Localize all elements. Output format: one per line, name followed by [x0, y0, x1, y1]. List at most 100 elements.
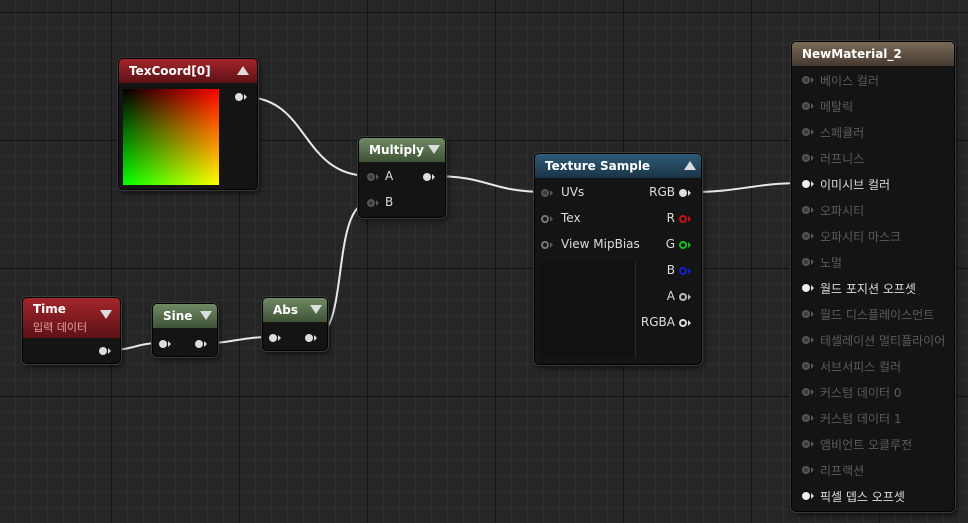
multiply-input-b-pin[interactable] — [367, 197, 379, 209]
r-output-label: R — [666, 211, 675, 225]
r-output-pin[interactable] — [679, 213, 691, 225]
material-input-pin[interactable] — [802, 386, 814, 398]
material-input-pin[interactable] — [802, 126, 814, 138]
abs-node-header[interactable]: Abs — [263, 298, 327, 322]
sine-input-pin[interactable] — [159, 338, 171, 350]
collapse-arrow-icon[interactable] — [428, 145, 440, 154]
abs-output-pin[interactable] — [305, 332, 317, 344]
material-node-header[interactable]: NewMaterial_2 — [792, 42, 954, 66]
collapse-arrow-icon[interactable] — [684, 161, 696, 170]
pin-circle-icon — [679, 241, 687, 249]
texture-sample-node[interactable]: Texture Sample UVs Tex View MipBias RGB … — [534, 153, 702, 365]
collapse-arrow-icon[interactable] — [200, 311, 212, 320]
material-input-label: 이미시브 컬러 — [820, 178, 891, 192]
pin-circle-icon — [235, 93, 243, 101]
material-input-pin[interactable] — [802, 334, 814, 346]
texcoord-node[interactable]: TexCoord[0] — [118, 58, 258, 190]
sine-node[interactable]: Sine — [152, 303, 218, 357]
pin-circle-icon — [802, 102, 810, 110]
texcoord-preview — [123, 89, 219, 185]
pin-circle-icon — [802, 310, 810, 318]
pin-circle-icon — [802, 388, 810, 396]
pin-arrow-icon — [811, 259, 814, 265]
multiply-output-pin[interactable] — [423, 171, 435, 183]
pin-circle-icon — [802, 154, 810, 162]
pin-circle-icon — [802, 232, 810, 240]
sine-output-pin[interactable] — [195, 338, 207, 350]
multiply-input-b-label: B — [385, 195, 394, 209]
material-input-pin[interactable] — [802, 100, 814, 112]
pin-arrow-icon — [688, 268, 691, 274]
time-output-pin[interactable] — [99, 345, 111, 357]
wire-rgb-to-emissive — [687, 182, 806, 193]
pin-arrow-icon — [811, 493, 814, 499]
sine-title: Sine — [163, 309, 193, 323]
pin-circle-icon — [802, 180, 810, 188]
view-mipbias-input-pin[interactable] — [541, 239, 553, 251]
rgb-output-pin[interactable] — [679, 187, 691, 199]
tex-input-label: Tex — [561, 211, 581, 225]
pin-circle-icon — [802, 440, 810, 448]
pin-circle-icon — [195, 340, 203, 348]
pin-circle-icon — [305, 334, 313, 342]
texcoord-output-pin[interactable] — [235, 91, 247, 103]
pin-arrow-icon — [432, 174, 435, 180]
pin-circle-icon — [802, 492, 810, 500]
material-input-label: 베이스 컬러 — [820, 74, 880, 88]
texcoord-node-header[interactable]: TexCoord[0] — [119, 59, 257, 83]
material-input-pin[interactable] — [802, 204, 814, 216]
texture-sample-title: Texture Sample — [545, 159, 651, 173]
material-input-label: 리프랙션 — [820, 464, 865, 478]
sine-node-header[interactable]: Sine — [153, 304, 217, 328]
b-output-label: B — [666, 263, 675, 277]
material-input-label: 커스텀 데이터 0 — [820, 386, 902, 400]
material-input-pin[interactable] — [802, 256, 814, 268]
pin-arrow-icon — [811, 415, 814, 421]
pin-circle-icon — [679, 319, 687, 327]
pin-arrow-icon — [376, 174, 379, 180]
pin-arrow-icon — [811, 129, 814, 135]
pin-circle-icon — [679, 189, 687, 197]
material-input-pin[interactable] — [802, 152, 814, 164]
material-input-label: 오파시티 — [820, 204, 865, 218]
texture-sample-node-header[interactable]: Texture Sample — [535, 154, 701, 178]
collapse-arrow-icon[interactable] — [237, 66, 249, 75]
tex-input-pin[interactable] — [541, 213, 553, 225]
material-input-pin[interactable] — [802, 74, 814, 86]
material-input-pin[interactable] — [802, 438, 814, 450]
material-input-pin[interactable] — [802, 360, 814, 372]
rgba-output-pin[interactable] — [679, 317, 691, 329]
pin-arrow-icon — [811, 155, 814, 161]
pin-arrow-icon — [688, 242, 691, 248]
g-output-pin[interactable] — [679, 239, 691, 251]
time-node[interactable]: Time 입력 데이터 — [22, 297, 121, 364]
pin-arrow-icon — [811, 363, 814, 369]
g-output-label: G — [665, 237, 675, 251]
uvs-input-pin[interactable] — [541, 187, 553, 199]
abs-node[interactable]: Abs — [262, 297, 328, 351]
material-result-node[interactable]: NewMaterial_2 베이스 컬러 메탈릭 스페큘러 러프니스 이미시브 컬러 오파… — [791, 41, 955, 512]
pin-circle-icon — [541, 241, 549, 249]
material-input-pin[interactable] — [802, 490, 814, 502]
material-input-pin[interactable] — [802, 178, 814, 190]
pin-arrow-icon — [278, 335, 281, 341]
pin-circle-icon — [802, 258, 810, 266]
material-input-pin[interactable] — [802, 230, 814, 242]
b-output-pin[interactable] — [679, 265, 691, 277]
abs-input-pin[interactable] — [269, 332, 281, 344]
material-input-pin[interactable] — [802, 282, 814, 294]
collapse-arrow-icon[interactable] — [310, 305, 322, 314]
pin-circle-icon — [802, 414, 810, 422]
multiply-node-header[interactable]: Multiply — [359, 138, 445, 162]
pin-arrow-icon — [811, 233, 814, 239]
material-input-pin[interactable] — [802, 412, 814, 424]
pin-arrow-icon — [688, 190, 691, 196]
pin-circle-icon — [802, 362, 810, 370]
collapse-arrow-icon[interactable] — [100, 310, 112, 319]
material-input-pin[interactable] — [802, 464, 814, 476]
pin-circle-icon — [679, 215, 687, 223]
multiply-node[interactable]: Multiply A B — [358, 137, 446, 218]
a-output-pin[interactable] — [679, 291, 691, 303]
multiply-input-a-pin[interactable] — [367, 171, 379, 183]
material-input-pin[interactable] — [802, 308, 814, 320]
